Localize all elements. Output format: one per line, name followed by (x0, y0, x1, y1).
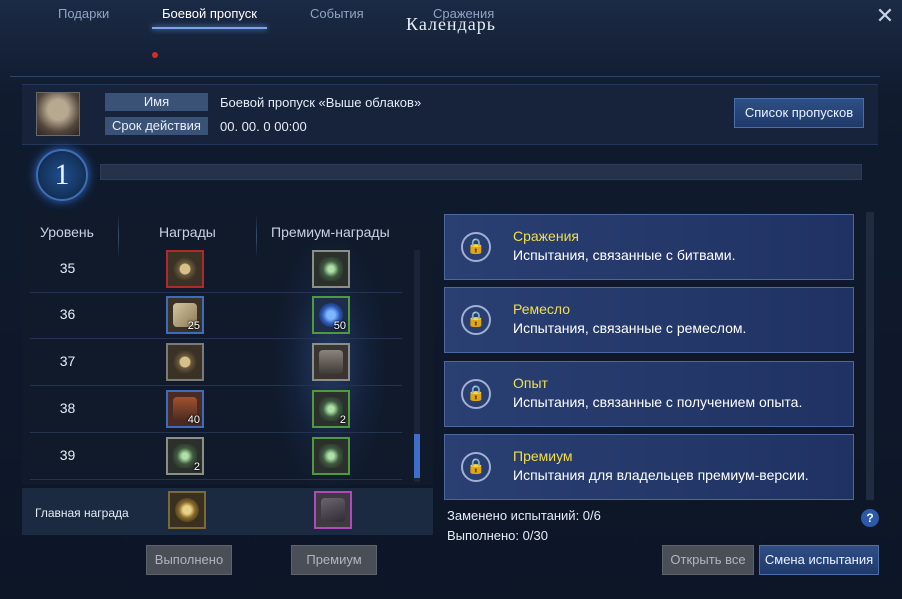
lock-icon: 🔒 (461, 305, 491, 335)
herb-icon[interactable]: 2 (166, 437, 204, 475)
completed-button[interactable]: Выполнено (146, 545, 232, 575)
table-row: 38 40 2 (30, 387, 402, 433)
challenge-title: Ремесло (513, 301, 571, 317)
name-label: Имя (105, 93, 208, 111)
help-icon[interactable]: ? (861, 509, 879, 527)
challenge-description: Испытания, связанные с получением опыта. (513, 394, 803, 410)
xp-progress-bar (100, 164, 862, 180)
challenge-title: Сражения (513, 228, 579, 244)
item-count: 25 (187, 320, 200, 332)
lock-icon: 🔒 (461, 232, 491, 262)
challenge-battles[interactable]: 🔒 Сражения Испытания, связанные с битвам… (444, 214, 854, 280)
lock-icon: 🔒 (461, 452, 491, 482)
cloak-icon[interactable] (314, 491, 352, 529)
chest-icon[interactable] (166, 343, 204, 381)
level-badge: 1 (36, 149, 88, 201)
challenge-description: Испытания, связанные с битвами. (513, 247, 736, 263)
table-row: 37 (30, 340, 402, 386)
challenge-experience[interactable]: 🔒 Опыт Испытания, связанные с получением… (444, 361, 854, 427)
tab-battles[interactable]: Сражения (433, 6, 494, 21)
lock-icon: 🔒 (461, 379, 491, 409)
premium-button[interactable]: Премиум (291, 545, 377, 575)
item-count: 2 (193, 461, 200, 473)
challenge-premium[interactable]: 🔒 Премиум Испытания для владельцев преми… (444, 434, 854, 500)
scroll-icon[interactable]: 25 (166, 296, 204, 334)
tab-bar (10, 52, 880, 77)
row-level: 39 (59, 447, 76, 463)
pass-name: Боевой пропуск «Выше облаков» (220, 95, 422, 110)
tab-battle-pass[interactable]: Боевой пропуск (152, 6, 267, 29)
challenges-scrollbar[interactable] (866, 212, 874, 500)
row-level: 35 (59, 260, 76, 276)
table-row: 35 (30, 247, 402, 293)
row-level: 38 (59, 400, 76, 416)
header-level: Уровень (40, 224, 94, 240)
challenge-craft[interactable]: 🔒 Ремесло Испытания, связанные с ремесло… (444, 287, 854, 353)
crystal-orb-icon[interactable]: 50 (312, 296, 350, 334)
challenge-description: Испытания, связанные с ремеслом. (513, 320, 747, 336)
herb-icon[interactable] (312, 250, 350, 288)
pass-duration: 00. 00. 0 00:00 (220, 119, 307, 134)
pass-portrait (36, 92, 80, 136)
close-icon[interactable]: ✕ (873, 5, 897, 27)
header-premium-rewards: Премиум-награды (271, 224, 390, 240)
item-count: 40 (187, 414, 200, 426)
anvil-icon[interactable] (312, 343, 350, 381)
completed-count: Выполнено: 0/30 (447, 528, 548, 543)
row-level: 37 (59, 353, 76, 369)
main-reward-label: Главная награда (35, 506, 129, 520)
open-all-button[interactable]: Открыть все (662, 545, 754, 575)
table-row: 36 25 50 (30, 293, 402, 339)
row-level: 36 (59, 306, 76, 322)
pass-list-button[interactable]: Список пропусков (734, 98, 864, 128)
header-rewards: Награды (159, 224, 216, 240)
herb-icon[interactable]: 2 (312, 390, 350, 428)
tab-gifts[interactable]: Подарки (58, 6, 109, 21)
challenge-title: Премиум (513, 448, 573, 464)
table-row: 39 2 (30, 434, 402, 480)
tab-events[interactable]: События (310, 6, 364, 21)
item-count: 50 (333, 320, 346, 332)
item-count: 2 (339, 414, 346, 426)
notification-dot (152, 52, 158, 58)
challenge-description: Испытания для владельцев премиум-версии. (513, 467, 809, 483)
replaced-count: Заменено испытаний: 0/6 (447, 508, 601, 523)
challenge-title: Опыт (513, 375, 548, 391)
treasure-chest-icon[interactable]: 40 (166, 390, 204, 428)
change-challenge-button[interactable]: Смена испытания (759, 545, 879, 575)
rewards-scrollbar-thumb[interactable] (414, 434, 420, 478)
medal-icon[interactable] (168, 491, 206, 529)
chest-icon[interactable] (166, 250, 204, 288)
herb-icon[interactable] (312, 437, 350, 475)
duration-label: Срок действия (105, 117, 208, 135)
